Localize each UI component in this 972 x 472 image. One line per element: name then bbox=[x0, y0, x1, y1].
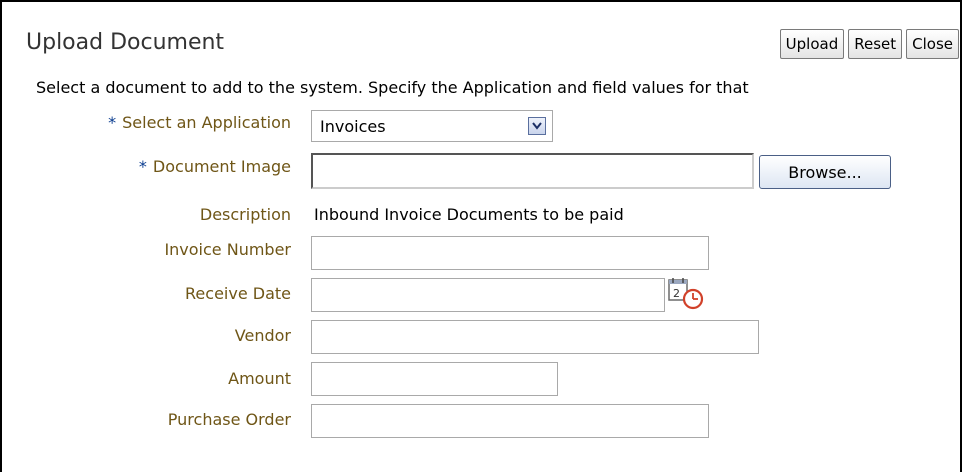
application-select-value: Invoices bbox=[320, 116, 386, 136]
receive-date-label: Receive Date bbox=[185, 284, 291, 303]
application-label-text: Select an Application bbox=[122, 113, 291, 132]
instructions-text: Select a document to add to the system. … bbox=[36, 78, 749, 97]
amount-label: Amount bbox=[228, 369, 291, 388]
document-image-field[interactable] bbox=[311, 153, 754, 189]
amount-input[interactable] bbox=[311, 362, 558, 396]
vendor-label: Vendor bbox=[234, 326, 291, 345]
close-button[interactable]: Close bbox=[906, 29, 959, 59]
toolbar: Upload Reset Close bbox=[779, 29, 959, 59]
description-value: Inbound Invoice Documents to be paid bbox=[314, 205, 624, 224]
invoice-number-label: Invoice Number bbox=[164, 240, 291, 259]
application-select[interactable]: Invoices bbox=[311, 110, 553, 142]
purchase-order-input[interactable] bbox=[311, 404, 709, 438]
upload-button[interactable]: Upload bbox=[779, 29, 845, 59]
reset-button[interactable]: Reset bbox=[848, 29, 903, 59]
application-label: * Select an Application bbox=[108, 113, 291, 132]
document-image-label-text: Document Image bbox=[152, 157, 291, 176]
chevron-down-icon[interactable] bbox=[528, 117, 546, 135]
page-title: Upload Document bbox=[26, 30, 225, 55]
description-label: Description bbox=[199, 205, 291, 224]
invoice-number-input[interactable] bbox=[311, 236, 709, 270]
document-image-label: * Document Image bbox=[139, 157, 291, 176]
svg-text:2: 2 bbox=[673, 287, 680, 300]
calendar-clock-icon[interactable]: 2 bbox=[667, 276, 707, 312]
receive-date-input[interactable] bbox=[311, 278, 665, 312]
vendor-input[interactable] bbox=[311, 320, 759, 354]
required-marker: * bbox=[108, 113, 117, 132]
required-marker: * bbox=[138, 157, 147, 176]
purchase-order-label: Purchase Order bbox=[167, 410, 291, 429]
browse-button[interactable]: Browse... bbox=[759, 155, 891, 189]
